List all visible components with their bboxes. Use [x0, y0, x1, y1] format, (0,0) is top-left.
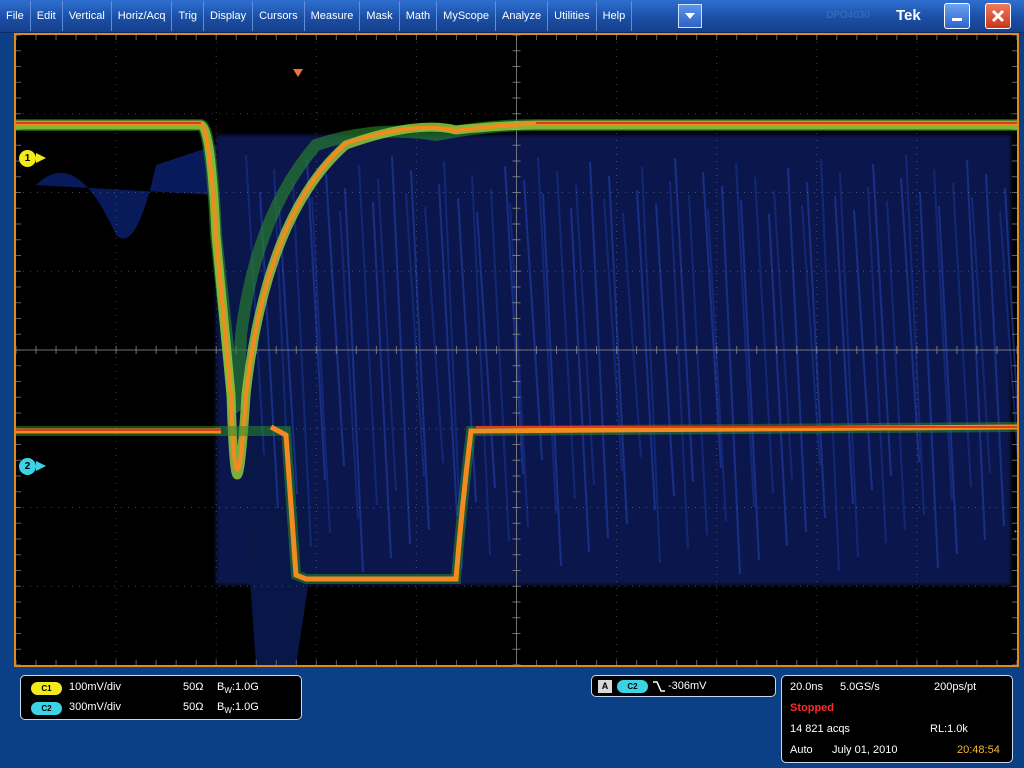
menu-edit[interactable]: Edit: [31, 1, 63, 31]
trigger-level-marker[interactable]: ←: [1012, 525, 1017, 536]
menu-analyze[interactable]: Analyze: [496, 1, 549, 31]
menu-mask[interactable]: Mask: [360, 1, 400, 31]
menu-vertical[interactable]: Vertical: [63, 1, 112, 31]
bw-value: :1.0G: [231, 681, 259, 693]
ch1-scale: 100mV/div: [69, 681, 121, 693]
close-icon: [991, 9, 1005, 23]
menu-measure[interactable]: Measure: [305, 1, 361, 31]
trigger-position-icon[interactable]: [293, 69, 303, 77]
bw-sub: W: [224, 706, 232, 716]
chevron-down-icon: [685, 13, 695, 19]
persistence-haze: [36, 135, 1011, 665]
ch2-impedance: 50Ω: [183, 701, 204, 713]
menu-bar: File Edit Vertical Horiz/Acq Trig Displa…: [0, 0, 1024, 33]
ch2-marker[interactable]: 2: [19, 458, 36, 475]
falling-edge-icon: [653, 681, 665, 692]
trigger-mode: Auto: [790, 744, 813, 756]
trigger-level: -306mV: [668, 680, 707, 692]
trigger-readout-panel[interactable]: A C2 -306mV: [591, 675, 776, 697]
resolution: 200ps/pt: [934, 681, 977, 693]
trigger-mode-box: A: [598, 680, 612, 693]
close-button[interactable]: [985, 3, 1011, 29]
trigger-source-badge: C2: [617, 680, 648, 693]
acq-date: July 01, 2010: [832, 744, 898, 756]
acquisition-readout-panel[interactable]: 20.0ns 5.0GS/s 200ps/pt Stopped 14 821 a…: [781, 675, 1013, 763]
menu-trig[interactable]: Trig: [172, 1, 205, 31]
menu-math[interactable]: Math: [400, 1, 438, 31]
ch2-badge[interactable]: C2: [31, 702, 62, 715]
ch2-offset-arrow-icon: [36, 461, 46, 471]
menu-help[interactable]: Help: [597, 1, 633, 31]
ch2-bandwidth: BW:1.0G: [217, 701, 259, 715]
menu-utilities[interactable]: Utilities: [548, 1, 597, 31]
bw-sub: W: [224, 686, 232, 696]
acq-count: 14 821 acqs: [790, 723, 850, 735]
ch1-marker[interactable]: 1: [19, 150, 36, 167]
ch1-impedance: 50Ω: [183, 681, 204, 693]
menu-dropdown-button[interactable]: [678, 4, 702, 28]
ch1-badge[interactable]: C1: [31, 682, 62, 695]
waveform-canvas: [16, 35, 1017, 665]
record-length: RL:1.0k: [930, 723, 968, 735]
ch2-scale: 300mV/div: [69, 701, 121, 713]
model-ghost-text: DPO4030: [826, 10, 870, 21]
timebase: 20.0ns: [790, 681, 824, 693]
acq-time: 20:48:54: [957, 744, 1000, 756]
ch1-offset-arrow-icon: [36, 153, 46, 163]
menu-list: File Edit Vertical Horiz/Acq Trig Displa…: [0, 0, 633, 32]
ch1-bandwidth: BW:1.0G: [217, 681, 259, 695]
menu-cursors[interactable]: Cursors: [253, 1, 305, 31]
menu-myscope[interactable]: MyScope: [437, 1, 497, 31]
tek-logo: Tek: [896, 7, 921, 24]
minimize-icon: [952, 18, 962, 21]
minimize-button[interactable]: [944, 3, 970, 29]
sample-rate: 5.0GS/s: [840, 681, 880, 693]
menu-horiz-acq[interactable]: Horiz/Acq: [112, 1, 173, 31]
waveform-display[interactable]: 1 2 ←: [14, 33, 1019, 667]
acq-state: Stopped: [790, 702, 834, 714]
menu-display[interactable]: Display: [204, 1, 254, 31]
menu-file[interactable]: File: [0, 1, 31, 31]
bw-value: :1.0G: [231, 701, 259, 713]
channel-readout-panel[interactable]: C1 100mV/div 50Ω BW:1.0G C2 300mV/div 50…: [20, 675, 302, 720]
